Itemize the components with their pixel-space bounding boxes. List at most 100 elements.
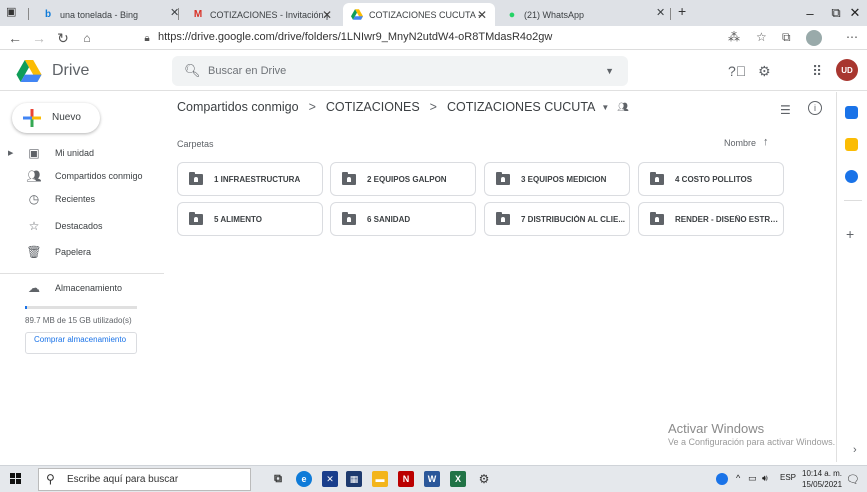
- help-tray-icon[interactable]: [716, 473, 728, 485]
- breadcrumb-current[interactable]: COTIZACIONES CUCUTA: [447, 100, 595, 114]
- netflix-icon[interactable]: N: [398, 471, 414, 487]
- tab-close-icon[interactable]: ✕: [322, 8, 332, 22]
- folder-item[interactable]: 3 EQUIPOS MEDICION: [484, 162, 630, 196]
- app-icon[interactable]: ✕: [322, 471, 338, 487]
- sidebar-item-trash[interactable]: 🗑︎ Papelera: [0, 240, 160, 264]
- sidebar-item-recent[interactable]: ◷ Recientes: [0, 187, 160, 211]
- settings-icon[interactable]: ⚙: [758, 63, 771, 80]
- folder-name: 2 EQUIPOS GALPON: [367, 175, 447, 184]
- volume-icon[interactable]: 🔊︎: [762, 473, 768, 484]
- tab-drive-active[interactable]: COTIZACIONES CUCUTA - Goog ✕: [343, 3, 495, 26]
- folder-item[interactable]: 1 INFRAESTRUCTURA: [177, 162, 323, 196]
- chevron-right-icon: >: [308, 100, 316, 114]
- folder-name: 1 INFRAESTRUCTURA: [214, 175, 301, 184]
- search-options-icon[interactable]: ▼: [605, 66, 614, 76]
- folder-item[interactable]: 2 EQUIPOS GALPON: [330, 162, 476, 196]
- list-view-icon[interactable]: ☰: [780, 103, 791, 117]
- tab-close-icon[interactable]: ✕: [656, 6, 665, 19]
- battery-icon[interactable]: ▭: [748, 473, 757, 484]
- search-bar[interactable]: 🔍︎ Buscar en Drive ▼: [172, 56, 628, 86]
- collections-icon[interactable]: ⧉: [782, 30, 791, 45]
- shared-folder-icon: [650, 172, 664, 185]
- sidebar-item-starred[interactable]: ☆ Destacados: [0, 214, 160, 238]
- taskbar-search-input[interactable]: Escribe aquí para buscar: [67, 474, 178, 485]
- taskbar-search[interactable]: ⚲ Escribe aquí para buscar: [38, 468, 251, 491]
- breadcrumb: Compartidos conmigo > COTIZACIONES > COT…: [177, 100, 629, 114]
- forward-icon[interactable]: →: [30, 29, 48, 47]
- drive-brand[interactable]: Drive: [52, 62, 89, 80]
- edge-icon[interactable]: e: [296, 471, 312, 487]
- chevron-up-icon[interactable]: ^: [736, 473, 740, 483]
- language-indicator[interactable]: ESP: [780, 473, 796, 482]
- help-icon[interactable]: ?⃝: [728, 63, 746, 79]
- tasks-icon[interactable]: [845, 170, 858, 183]
- storage-bar-fill: [25, 306, 28, 309]
- home-icon[interactable]: ⌂: [78, 29, 96, 47]
- tab-close-icon[interactable]: ✕: [170, 6, 179, 19]
- browser-tab-strip: ▣ b una tonelada - Bing ✕ M COTIZACIONES…: [0, 0, 867, 26]
- close-window-icon[interactable]: ✕: [842, 0, 867, 26]
- buy-storage-button[interactable]: Comprar almacenamiento: [25, 332, 137, 354]
- folder-item[interactable]: 4 COSTO POLLITOS: [638, 162, 784, 196]
- more-options-icon[interactable]: ⋯: [846, 30, 858, 44]
- windows-start-icon[interactable]: [10, 473, 22, 485]
- sidebar-item-shared[interactable]: 👥︎ Compartidos conmigo: [0, 164, 160, 188]
- search-input[interactable]: Buscar en Drive: [208, 65, 286, 77]
- sidebar-item-my-drive[interactable]: ▶ ▣ Mi unidad: [0, 141, 160, 165]
- shared-folder-icon: [189, 172, 203, 185]
- chevron-down-icon[interactable]: ▼: [601, 103, 609, 112]
- folder-item[interactable]: 6 SANIDAD: [330, 202, 476, 236]
- sort-label[interactable]: Nombre: [724, 138, 756, 148]
- expand-caret-icon[interactable]: ▶: [8, 149, 13, 157]
- tab-gmail[interactable]: M COTIZACIONES - Invitación para ✕: [184, 3, 340, 26]
- search-icon: ⚲: [46, 472, 55, 486]
- new-tab-icon[interactable]: +: [678, 3, 686, 19]
- store-icon[interactable]: ▦: [346, 471, 362, 487]
- activate-windows-title: Activar Windows: [668, 421, 765, 436]
- account-avatar[interactable]: UD: [836, 59, 858, 81]
- keep-icon[interactable]: [845, 138, 858, 151]
- add-addon-icon[interactable]: +: [846, 226, 854, 242]
- excel-icon[interactable]: X: [450, 471, 466, 487]
- calendar-icon[interactable]: [845, 106, 858, 119]
- lock-icon: 🔒︎: [144, 32, 150, 44]
- folder-item[interactable]: 7 DISTRIBUCIÓN AL CLIE...: [484, 202, 630, 236]
- apps-icon[interactable]: ⠿: [812, 63, 822, 80]
- tab-whatsapp[interactable]: ● (21) WhatsApp: [498, 3, 650, 26]
- trash-icon: 🗑︎: [26, 245, 42, 259]
- task-view-icon[interactable]: ⧉: [270, 471, 286, 487]
- taskbar-clock[interactable]: 10:14 a. m. 15/05/2021: [802, 468, 842, 490]
- folder-name: 4 COSTO POLLITOS: [675, 175, 753, 184]
- tab-title: una tonelada - Bing: [60, 9, 139, 20]
- gmail-icon: M: [193, 9, 203, 20]
- file-explorer-icon[interactable]: ▬: [372, 471, 388, 487]
- drive-logo-icon[interactable]: [16, 60, 42, 82]
- breadcrumb-item[interactable]: Compartidos conmigo: [177, 100, 299, 114]
- search-icon[interactable]: 🔍︎: [184, 63, 201, 79]
- info-icon[interactable]: i: [808, 101, 822, 115]
- folder-item[interactable]: RENDER - DISEÑO ESTRU...: [638, 202, 784, 236]
- tab-title: COTIZACIONES - Invitación para: [210, 9, 328, 20]
- settings-icon[interactable]: ⚙: [476, 471, 492, 487]
- notifications-icon[interactable]: 🗨︎: [846, 473, 860, 486]
- back-icon[interactable]: ←: [6, 29, 24, 47]
- reader-mode-icon[interactable]: ⁂: [728, 30, 740, 44]
- sidebar-item-storage[interactable]: ☁ Almacenamiento: [0, 276, 160, 300]
- sidebar-item-label: Compartidos conmigo: [55, 171, 143, 181]
- sidebar-toggle-icon[interactable]: ▣: [6, 5, 16, 18]
- folder-item[interactable]: 5 ALIMENTO: [177, 202, 323, 236]
- profile-avatar[interactable]: [806, 30, 822, 46]
- sort-arrow-up-icon[interactable]: ↑: [763, 136, 769, 148]
- chevron-right-icon[interactable]: ›: [853, 444, 857, 456]
- shared-folder-icon: [496, 172, 510, 185]
- clock-icon: ◷: [28, 192, 40, 206]
- tab-bing[interactable]: b una tonelada - Bing: [34, 3, 166, 26]
- favorites-icon[interactable]: ☆: [756, 30, 767, 44]
- breadcrumb-item[interactable]: COTIZACIONES: [326, 100, 420, 114]
- word-icon[interactable]: W: [424, 471, 440, 487]
- refresh-icon[interactable]: ↻: [54, 29, 72, 47]
- tab-close-icon[interactable]: ✕: [477, 8, 487, 22]
- new-button[interactable]: Nuevo: [12, 103, 100, 133]
- url-field[interactable]: https://drive.google.com/drive/folders/1…: [158, 31, 552, 43]
- rail-divider: [844, 200, 862, 201]
